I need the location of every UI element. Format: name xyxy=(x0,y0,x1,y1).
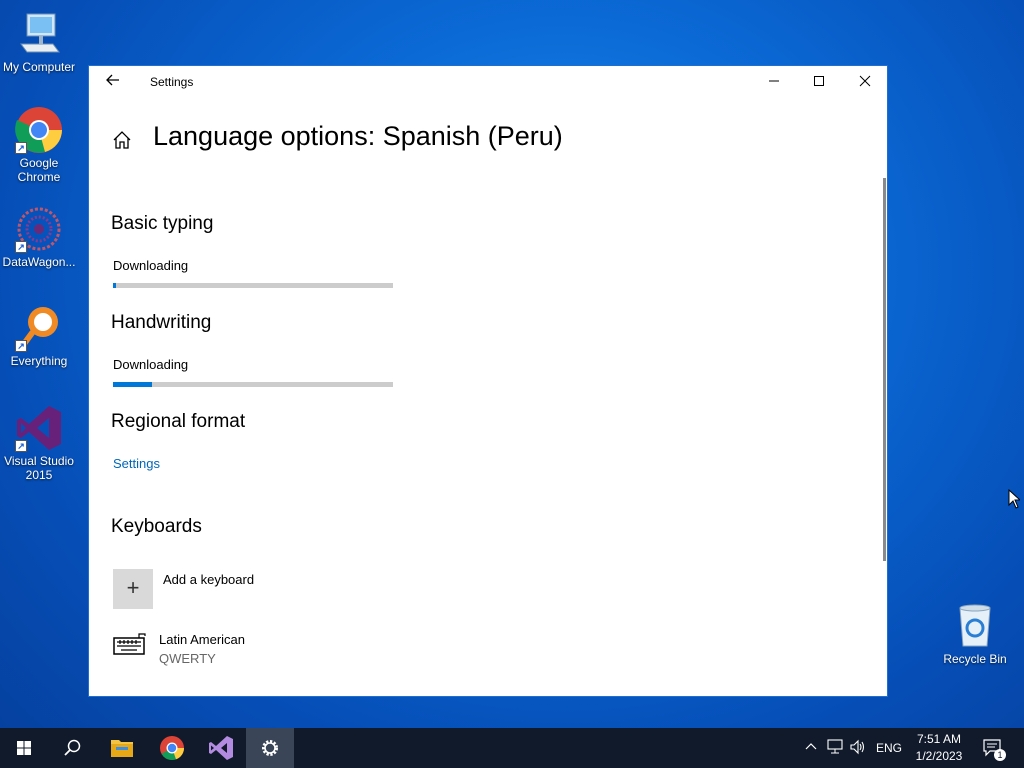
chevron-up-icon xyxy=(805,743,817,750)
page-title: Language options: Spanish (Peru) xyxy=(153,121,563,151)
add-keyboard-button[interactable]: Add a keyboard xyxy=(163,572,254,587)
visual-studio-icon: ↗ xyxy=(15,404,63,452)
computer-icon xyxy=(15,10,63,58)
network-icon xyxy=(827,739,843,754)
recycle-bin-icon xyxy=(951,602,999,650)
scrollbar[interactable] xyxy=(883,178,886,561)
clock-date[interactable]: 1/2/2023 xyxy=(914,749,964,763)
plus-icon[interactable]: + xyxy=(113,569,153,609)
shortcut-arrow-icon: ↗ xyxy=(15,340,27,352)
handwriting-status: Downloading xyxy=(113,357,189,372)
keyboards-heading: Keyboards xyxy=(111,516,202,537)
desktop-icon-label: Google Chrome xyxy=(17,156,61,184)
home-icon[interactable] xyxy=(111,129,133,151)
desktop-icon-label: Visual Studio 2015 xyxy=(4,454,74,482)
notification-count-badge: 1 xyxy=(994,749,1006,761)
folder-icon xyxy=(111,740,133,757)
maximize-icon xyxy=(814,76,824,86)
desktop-icon-my-computer[interactable]: My Computer xyxy=(1,10,77,74)
taskbar-visual-studio[interactable] xyxy=(197,728,245,768)
desktop-icon-label: Everything xyxy=(10,354,68,368)
taskbar-file-explorer[interactable] xyxy=(98,728,146,768)
shortcut-arrow-icon: ↗ xyxy=(15,241,27,253)
handwriting-progress-bar xyxy=(113,382,393,387)
minimize-icon xyxy=(769,80,779,82)
taskbar-chrome[interactable] xyxy=(148,728,196,768)
desktop-icon-label: Recycle Bin xyxy=(943,652,1007,666)
network-button[interactable] xyxy=(826,739,844,758)
title-bar: Settings xyxy=(89,66,887,98)
basic-typing-status: Downloading xyxy=(113,258,189,273)
close-icon xyxy=(859,75,871,87)
progress-fill xyxy=(113,283,116,288)
shortcut-arrow-icon: ↗ xyxy=(15,142,27,154)
desktop-icon-everything[interactable]: ↗ Everything xyxy=(1,304,77,368)
chrome-icon xyxy=(160,736,184,761)
taskbar-settings[interactable] xyxy=(246,728,294,768)
handwriting-heading: Handwriting xyxy=(111,312,212,333)
input-language-indicator[interactable]: ENG xyxy=(876,741,902,755)
progress-fill xyxy=(113,382,153,387)
shortcut-arrow-icon: ↗ xyxy=(15,440,27,452)
maximize-button[interactable] xyxy=(796,66,842,98)
mouse-cursor-icon xyxy=(1008,488,1022,514)
everything-search-icon: ↗ xyxy=(15,304,63,352)
show-hidden-icons-button[interactable] xyxy=(804,739,818,756)
close-button[interactable] xyxy=(842,66,887,98)
windows-logo-icon xyxy=(17,741,31,755)
gear-icon xyxy=(262,740,278,756)
basic-typing-heading: Basic typing xyxy=(111,213,214,234)
volume-button[interactable] xyxy=(849,739,867,758)
desktop-icon-recycle-bin[interactable]: Recycle Bin xyxy=(937,602,1013,666)
regional-settings-link[interactable]: Settings xyxy=(113,456,160,471)
start-button[interactable] xyxy=(0,728,48,768)
desktop-icon-label: My Computer xyxy=(2,60,76,74)
datawagon-icon: ↗ xyxy=(15,205,63,253)
keyboard-item-name[interactable]: Latin American xyxy=(159,632,245,647)
keyboard-item-layout: QWERTY xyxy=(159,651,216,666)
clock-time[interactable]: 7:51 AM xyxy=(916,732,962,746)
speaker-icon xyxy=(850,739,865,755)
keyboard-icon xyxy=(113,632,147,658)
window-title: Settings xyxy=(150,75,194,89)
desktop-icon-google-chrome[interactable]: ↗ Google Chrome xyxy=(1,106,77,184)
desktop-icon-label: DataWagon... xyxy=(2,255,76,269)
chrome-icon: ↗ xyxy=(15,106,63,154)
desktop-icon-datawagon[interactable]: ↗ DataWagon... xyxy=(1,205,77,269)
regional-format-heading: Regional format xyxy=(111,411,246,432)
basic-typing-progress-bar xyxy=(113,283,393,288)
visual-studio-icon xyxy=(209,736,233,760)
back-arrow-icon[interactable] xyxy=(103,72,123,92)
search-icon xyxy=(64,739,81,756)
settings-window: Settings Language options: Spanish (Peru… xyxy=(88,65,888,697)
taskbar: ENG 7:51 AM 1/2/2023 1 xyxy=(0,728,1024,768)
minimize-button[interactable] xyxy=(751,66,797,98)
desktop-icon-visual-studio[interactable]: ↗ Visual Studio 2015 xyxy=(1,404,77,482)
search-button[interactable] xyxy=(48,728,96,768)
